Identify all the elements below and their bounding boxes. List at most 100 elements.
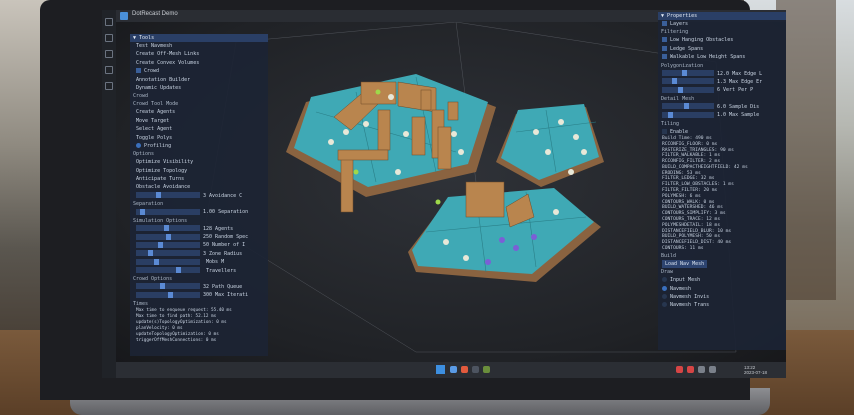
tools-header[interactable]: ▼ Tools (130, 34, 268, 42)
sim-slider[interactable] (136, 250, 200, 257)
draw-radio[interactable] (662, 294, 667, 300)
detail-row[interactable]: 1.0 Max Sample (658, 111, 786, 119)
draw-radio[interactable] (662, 277, 667, 283)
tiling-checkbox[interactable] (662, 128, 667, 134)
crowd-opt-row[interactable]: 300 Max Iterati (130, 291, 268, 299)
taskbar-app-icon[interactable] (450, 366, 457, 373)
tray-icon[interactable] (709, 366, 716, 373)
filter-checkbox[interactable] (662, 54, 667, 60)
mode-select-agent[interactable]: Select Agent (130, 125, 268, 133)
sim-row[interactable]: Travellers (130, 267, 268, 275)
slider-thumb[interactable] (154, 258, 159, 265)
properties-header[interactable]: ▼ Properties (658, 12, 786, 20)
slider-thumb[interactable] (678, 86, 683, 93)
slider-thumb[interactable] (668, 111, 673, 118)
profiling-radio[interactable] (136, 142, 141, 148)
separation-slider[interactable] (136, 208, 200, 215)
app-icon-4[interactable] (105, 66, 113, 74)
slider-thumb[interactable] (684, 103, 689, 110)
draw-option[interactable]: Navmesh Trans (658, 301, 786, 309)
filter-option[interactable]: Low Hanging Obstacles (658, 36, 786, 44)
sim-slider[interactable] (136, 233, 200, 240)
slider-thumb[interactable] (156, 192, 161, 199)
app-icon-3[interactable] (105, 50, 113, 58)
layers-checkbox[interactable] (662, 21, 667, 26)
app-icon-1[interactable] (105, 18, 113, 26)
avoidance-slider-row[interactable]: 3 Avoidance C (130, 192, 268, 200)
clock[interactable]: 13:22 2023-07-18 (744, 365, 767, 375)
tool-test-navmesh[interactable]: Test Navmesh (130, 42, 268, 50)
tool-dynamic-updates[interactable]: Dynamic Updates (130, 84, 268, 92)
draw-option[interactable]: Input Mesh (658, 276, 786, 284)
app-icon-5[interactable] (105, 82, 113, 90)
tool-crowd[interactable]: Crowd (130, 67, 268, 75)
option-anticipate[interactable]: Anticipate Turns (130, 175, 268, 183)
draw-radio[interactable] (662, 302, 667, 308)
sim-slider[interactable] (136, 225, 200, 232)
crowd-opt-row[interactable]: 32 Path Queue (130, 283, 268, 291)
times-title: Times (133, 300, 149, 307)
slider-thumb[interactable] (176, 267, 181, 274)
detail-row[interactable]: 6.0 Sample Dis (658, 103, 786, 111)
poly-slider[interactable] (662, 86, 714, 93)
option-obstacle-avoidance[interactable]: Obstacle Avoidance (130, 183, 268, 191)
filter-checkbox[interactable] (662, 45, 667, 51)
taskbar-app-icon[interactable] (461, 366, 468, 373)
sim-slider[interactable] (136, 241, 200, 248)
slider-thumb[interactable] (672, 78, 677, 85)
sim-row[interactable]: Mobs M (130, 258, 268, 266)
poly-slider[interactable] (662, 78, 714, 85)
separation-slider-row[interactable]: 1.00 Separation (130, 208, 268, 216)
slider-thumb[interactable] (168, 291, 173, 298)
draw-option[interactable]: Navmesh Invis (658, 293, 786, 301)
tray-icon[interactable] (698, 366, 705, 373)
app-icon-2[interactable] (105, 34, 113, 42)
detail-slider[interactable] (662, 111, 714, 118)
slider-thumb[interactable] (164, 225, 169, 232)
filter-checkbox[interactable] (662, 37, 667, 43)
crowd-opt-slider[interactable] (136, 291, 200, 298)
mode-toggle-polys[interactable]: Toggle Polys (130, 134, 268, 142)
poly-row[interactable]: 12.0 Max Edge L (658, 70, 786, 78)
crowd-checkbox[interactable] (136, 68, 141, 74)
layers-toggle[interactable]: Layers (658, 20, 786, 28)
tray-icon[interactable] (687, 366, 694, 373)
taskbar-app-icon[interactable] (483, 366, 490, 373)
tool-convex-volumes[interactable]: Create Convex Volumes (130, 59, 268, 67)
draw-radio[interactable] (662, 285, 667, 291)
mode-create-agents[interactable]: Create Agents (130, 108, 268, 116)
tray-icon[interactable] (676, 366, 683, 373)
sim-row[interactable]: 128 Agents (130, 225, 268, 233)
poly-row[interactable]: 1.3 Max Edge Er (658, 78, 786, 86)
draw-option[interactable]: Navmesh (658, 285, 786, 293)
avoidance-label: Avoidance C (209, 192, 243, 199)
avoidance-slider[interactable] (136, 192, 200, 199)
load-navmesh-button[interactable]: Load Nav Mesh (662, 259, 708, 269)
poly-slider[interactable] (662, 70, 714, 77)
detail-slider[interactable] (662, 103, 714, 110)
sim-slider[interactable] (136, 267, 200, 274)
taskbar-app-icon[interactable] (472, 366, 479, 373)
slider-thumb[interactable] (682, 70, 687, 77)
sim-slider[interactable] (136, 258, 200, 265)
tool-offmesh-links[interactable]: Create Off-Mesh Links (130, 50, 268, 58)
slider-thumb[interactable] (166, 233, 171, 240)
sim-row[interactable]: 3 Zone Radius (130, 250, 268, 258)
crowd-opt-slider[interactable] (136, 283, 200, 290)
sim-row[interactable]: 50 Number of I (130, 241, 268, 249)
option-topology[interactable]: Optimize Topology (130, 167, 268, 175)
slider-thumb[interactable] (140, 208, 145, 215)
start-button[interactable] (436, 365, 445, 374)
poly-row[interactable]: 6 Vert Per P (658, 86, 786, 94)
option-visibility[interactable]: Optimize Visibility (130, 158, 268, 166)
mode-profiling[interactable]: Profiling (130, 142, 268, 150)
tool-annotation-builder[interactable]: Annotation Builder (130, 76, 268, 84)
filter-option[interactable]: Walkable Low Height Spans (658, 53, 786, 61)
tiling-enable[interactable]: Enable (658, 128, 786, 136)
mode-move-target[interactable]: Move Target (130, 117, 268, 125)
filter-option[interactable]: Ledge Spans (658, 45, 786, 53)
slider-thumb[interactable] (160, 283, 165, 290)
sim-row[interactable]: 250 Random Spec (130, 233, 268, 241)
slider-thumb[interactable] (158, 241, 163, 248)
slider-thumb[interactable] (148, 250, 153, 257)
